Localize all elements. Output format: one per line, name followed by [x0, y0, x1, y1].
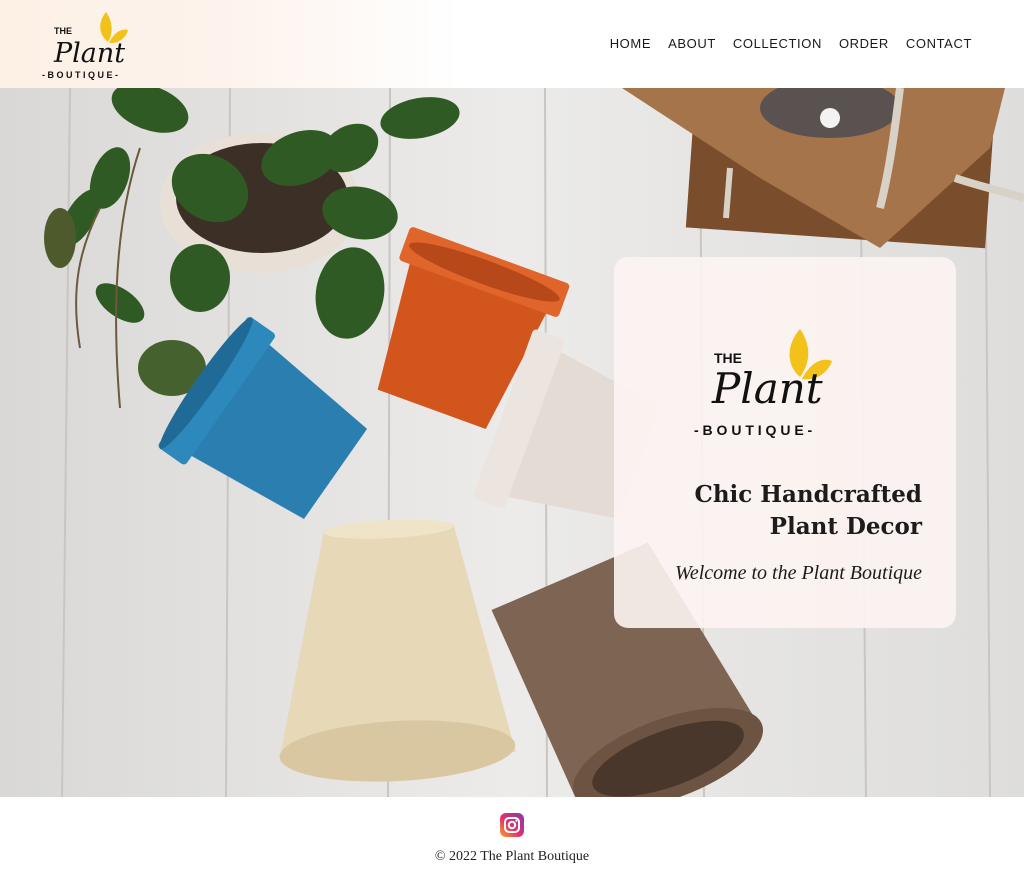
nav-home[interactable]: HOME	[610, 36, 651, 51]
copyright-text: © 2022 The Plant Boutique	[434, 849, 590, 864]
site-header: THE Plant - B O U T I Q U E - HOME ABOUT…	[0, 0, 1024, 88]
site-footer: © 2022 The Plant Boutique	[0, 797, 1024, 894]
svg-text:- B O U T I Q U E -: - B O U T I Q U E -	[694, 422, 813, 438]
nav-about[interactable]: ABOUT	[668, 36, 716, 51]
svg-text:Plant: Plant	[711, 364, 823, 413]
svg-text:- B O U T I Q U E -: - B O U T I Q U E -	[42, 70, 118, 80]
main-nav: HOME ABOUT COLLECTION ORDER CONTACT	[610, 36, 972, 51]
headline-line-1: Chic Handcrafted	[694, 481, 922, 508]
instagram-icon[interactable]	[500, 813, 524, 837]
hero-card: THE Plant - B O U T I Q U E - Chic Handc…	[614, 257, 956, 628]
hero-section: THE Plant - B O U T I Q U E - Chic Handc…	[0, 88, 1024, 797]
svg-text:THE: THE	[54, 26, 72, 36]
nav-collection[interactable]: COLLECTION	[733, 36, 822, 51]
brand-logo-large: THE Plant - B O U T I Q U E -	[694, 329, 832, 438]
svg-text:Plant: Plant	[53, 38, 125, 69]
nav-contact[interactable]: CONTACT	[906, 36, 972, 51]
hero-headline: Chic Handcrafted Plant Decor	[642, 479, 922, 543]
headline-line-2: Plant Decor	[769, 513, 922, 540]
nav-order[interactable]: ORDER	[839, 36, 889, 51]
hero-subline: Welcome to the Plant Boutique	[675, 562, 922, 584]
brand-logo[interactable]: THE Plant - B O U T I Q U E -	[42, 6, 164, 84]
